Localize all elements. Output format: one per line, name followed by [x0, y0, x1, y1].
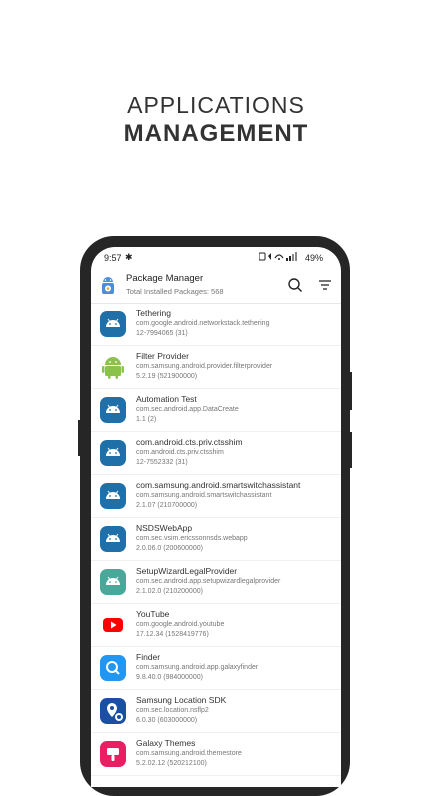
battery-level: 49%	[305, 253, 324, 263]
package-name: NSDSWebApp	[136, 523, 193, 533]
package-row[interactable]: Samsung Location SDK com.sec.location.ns…	[91, 690, 341, 733]
package-version: 9.8.40.0 (984000000)	[136, 674, 203, 681]
package-version: 6.0.30 (603000000)	[136, 717, 198, 724]
app-title: Package Manager	[126, 273, 204, 284]
package-id: com.sec.vsim.ericssonnsds.webapp	[136, 535, 248, 542]
package-name: com.android.cts.priv.ctsshim	[136, 437, 243, 447]
status-bar: 9:57 ✱ 49%	[91, 247, 341, 269]
android-default-icon	[100, 440, 126, 466]
android-default-icon	[100, 526, 126, 552]
hero-title-line1: APPLICATIONS	[127, 92, 305, 118]
status-time: 9:57	[104, 253, 122, 263]
app-bar: Package Manager Total Installed Packages…	[91, 269, 341, 304]
phone-screen: 9:57 ✱ 49% Package Manager Total Install…	[91, 247, 341, 787]
package-version: 2.1.02.0 (210200000)	[136, 588, 203, 595]
youtube-icon	[103, 618, 123, 632]
android-default-icon	[100, 397, 126, 423]
package-name: Tethering	[136, 308, 171, 318]
package-id: com.google.android.networkstack.tetherin…	[136, 320, 270, 327]
package-name: com.samsung.android.smartswitchassistant	[136, 480, 301, 490]
android-green-icon	[102, 357, 124, 379]
package-row[interactable]: NSDSWebApp com.sec.vsim.ericssonnsds.web…	[91, 518, 341, 561]
package-version: 12-7552332 (31)	[136, 459, 188, 466]
package-row[interactable]: YouTube com.google.android.youtube 17.12…	[91, 604, 341, 647]
package-row[interactable]: com.samsung.android.smartswitchassistant…	[91, 475, 341, 518]
android-default-icon	[100, 483, 126, 509]
package-row[interactable]: Tethering com.google.android.networkstac…	[91, 303, 341, 346]
package-name: Filter Provider	[136, 351, 189, 361]
android-teal-icon	[100, 569, 126, 595]
signal-icons	[258, 252, 301, 263]
package-manager-logo-icon	[102, 277, 114, 294]
android-default-icon	[100, 311, 126, 337]
package-row[interactable]: Automation Test com.sec.android.app.Data…	[91, 389, 341, 432]
location-sdk-icon	[100, 698, 126, 724]
package-list: Tethering com.google.android.networkstac…	[91, 303, 341, 776]
finder-icon	[100, 655, 126, 681]
package-version: 5.2.19 (521900000)	[136, 373, 198, 380]
package-row[interactable]: SetupWizardLegalProvider com.sec.android…	[91, 561, 341, 604]
settings-status-icon: ✱	[125, 252, 133, 262]
package-name: Galaxy Themes	[136, 738, 196, 748]
installed-count: Total Installed Packages: 568	[126, 287, 224, 296]
package-id: com.samsung.android.themestore	[136, 750, 242, 757]
package-id: com.samsung.android.app.galaxyfinder	[136, 664, 259, 671]
package-id: com.samsung.android.provider.filterprovi…	[136, 363, 273, 370]
package-name: Automation Test	[136, 394, 197, 404]
package-row[interactable]: Filter Provider com.samsung.android.prov…	[91, 346, 341, 389]
package-name: YouTube	[136, 609, 170, 619]
package-id: com.google.android.youtube	[136, 621, 225, 628]
package-id: com.sec.location.nsflp2	[136, 707, 209, 714]
package-name: Finder	[136, 652, 161, 662]
package-version: 2.1.07 (210700000)	[136, 502, 198, 509]
package-version: 5.2.02.12 (520212100)	[136, 760, 207, 767]
package-id: com.android.cts.priv.ctsshim	[136, 449, 224, 456]
package-version: 2.0.06.0 (200600000)	[136, 545, 203, 552]
filter-icon[interactable]	[318, 279, 332, 291]
package-version: 17.12.34 (1528419776)	[136, 631, 209, 638]
package-version: 12-7994065 (31)	[136, 330, 188, 337]
package-row[interactable]: Finder com.samsung.android.app.galaxyfin…	[91, 647, 341, 690]
package-name: SetupWizardLegalProvider	[136, 566, 238, 576]
galaxy-themes-icon	[100, 741, 126, 767]
search-icon[interactable]	[287, 277, 303, 293]
package-version: 1.1 (2)	[136, 416, 157, 423]
package-name: Samsung Location SDK	[136, 695, 227, 705]
power-button	[348, 432, 352, 468]
package-id: com.sec.android.app.DataCreate	[136, 406, 239, 413]
package-row[interactable]: com.android.cts.priv.ctsshim com.android…	[91, 432, 341, 475]
package-id: com.samsung.android.smartswitchassistant	[136, 492, 272, 499]
side-button	[78, 420, 82, 456]
package-id: com.sec.android.app.setupwizardlegalprov…	[136, 578, 281, 585]
volume-button	[348, 372, 352, 410]
wifi-signal-icon	[258, 252, 297, 261]
package-row[interactable]: Galaxy Themes com.samsung.android.themes…	[91, 733, 341, 776]
hero-title-line2: MANAGEMENT	[123, 120, 309, 147]
